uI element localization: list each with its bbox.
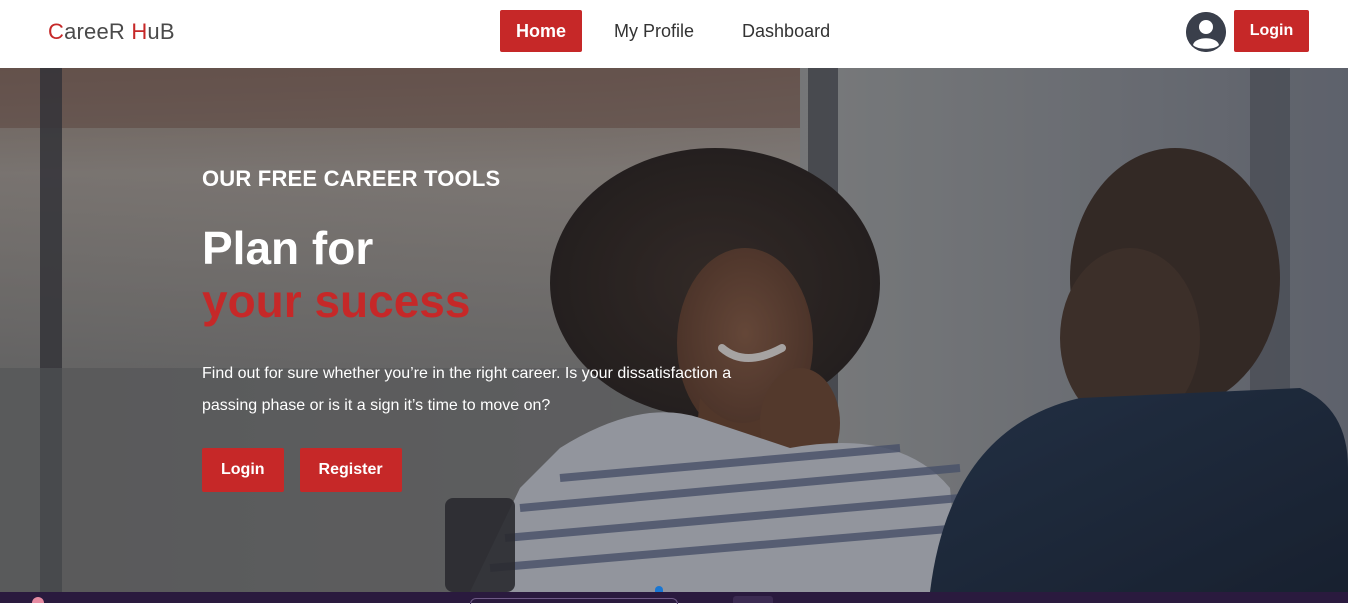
bottom-taskbar-strip [0,592,1348,604]
hero-section: OUR FREE CAREER TOOLS Plan for your suce… [0,68,1348,592]
nav-dashboard-link[interactable]: Dashboard [726,10,846,52]
hero-eyebrow: OUR FREE CAREER TOOLS [202,166,501,191]
taskbar-app-icon[interactable] [32,597,44,603]
hero-login-button[interactable]: Login [202,448,284,492]
hero-register-button[interactable]: Register [299,448,402,492]
navbar-login-button[interactable]: Login [1234,10,1309,52]
brand-letter-c: C [48,19,65,44]
hero-content: OUR FREE CAREER TOOLS Plan for your suce… [202,166,762,492]
top-navbar: CareeR HuB Home My Profile Dashboard Log… [0,0,1348,68]
nav-home-link[interactable]: Home [500,10,583,52]
taskbar-search-box[interactable] [470,598,678,604]
brand-text-end: uB [147,19,175,44]
brand-text-part: areeR [64,19,132,44]
nav-my-profile-link[interactable]: My Profile [598,10,710,52]
brand-logo[interactable]: CareeR HuB [48,19,175,45]
hero-headline-line1: Plan for [202,222,374,274]
brand-letter-h: H [131,19,148,44]
hero-headline-line2: your sucess [202,275,471,327]
hero-buttons: Login Register [202,448,762,492]
user-circle-icon[interactable] [1186,12,1226,52]
taskbar-button[interactable] [733,596,773,603]
hero-lead-text: Find out for sure whether you’re in the … [202,365,732,414]
nav-links: Home My Profile Dashboard [500,10,846,52]
